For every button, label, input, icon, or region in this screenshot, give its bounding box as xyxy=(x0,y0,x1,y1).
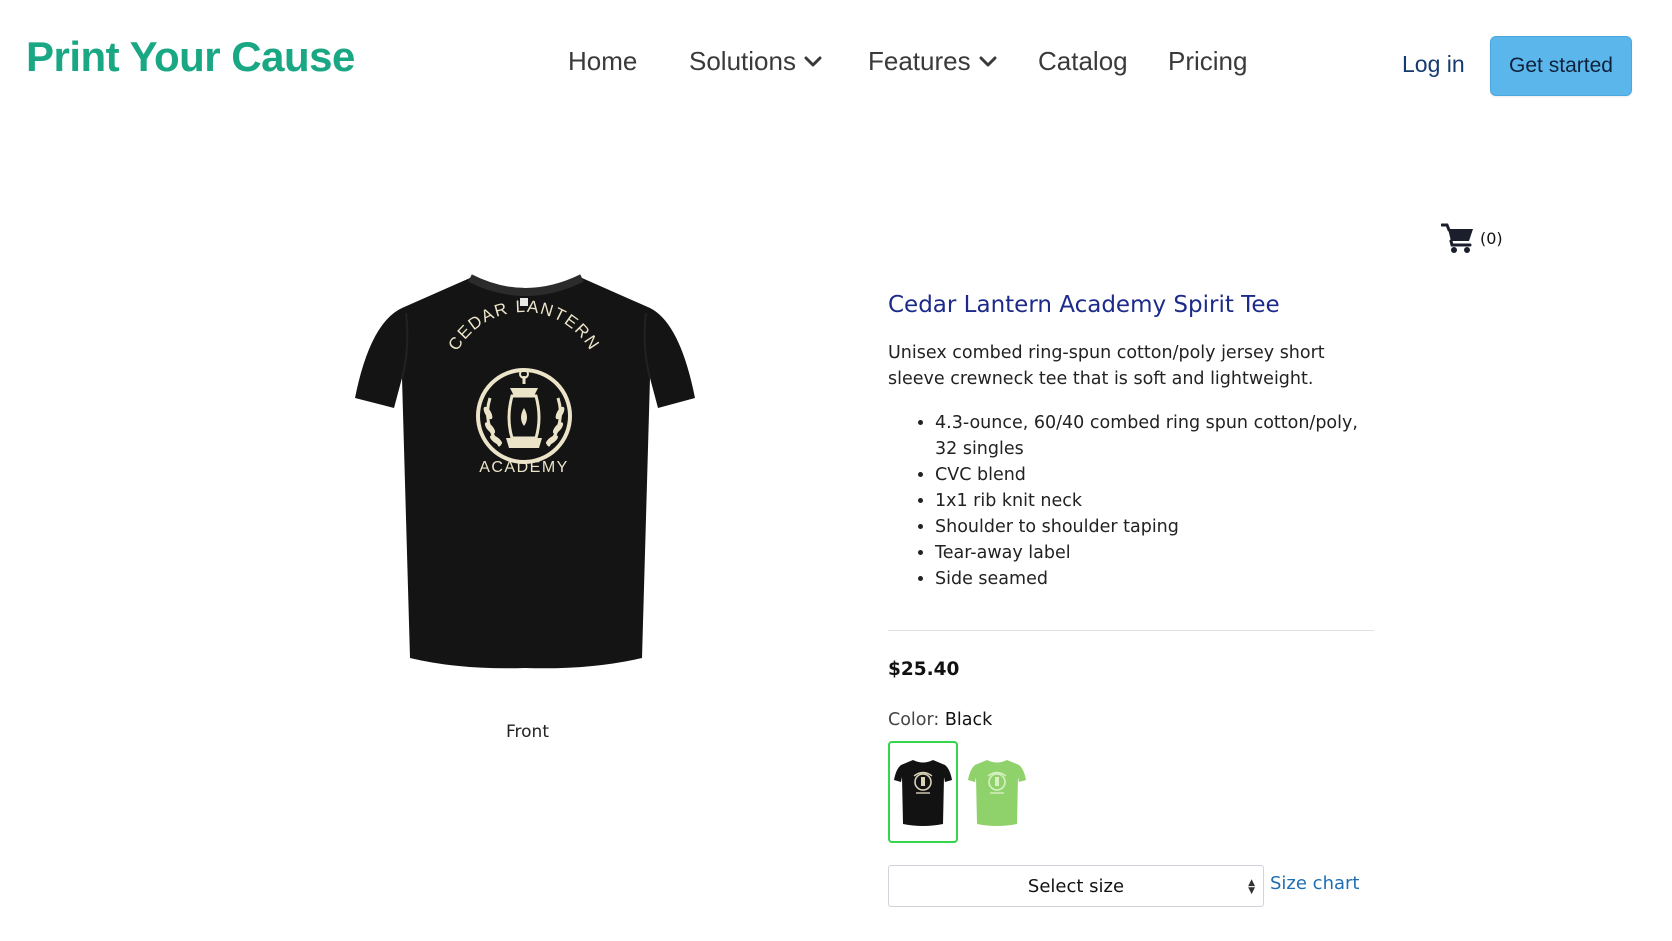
product-image-front: CEDAR LANTERN ACADEMY xyxy=(355,274,695,669)
shirt-print-bottom-text: ACADEMY xyxy=(479,459,569,476)
nav-features[interactable]: Features xyxy=(868,46,997,77)
get-started-button[interactable]: Get started xyxy=(1490,36,1632,96)
feature-item: 1x1 rib knit neck xyxy=(935,488,1375,514)
size-select[interactable]: Select size ▲ ▼ xyxy=(888,865,1264,907)
nav-pricing-label: Pricing xyxy=(1168,46,1248,76)
color-row: Color: Black xyxy=(888,710,992,730)
feature-item: Side seamed xyxy=(935,566,1375,592)
nav-catalog-label: Catalog xyxy=(1038,46,1128,76)
divider xyxy=(888,630,1374,631)
brand-logo[interactable]: Print Your Cause xyxy=(26,33,355,81)
product-title: Cedar Lantern Academy Spirit Tee xyxy=(888,292,1280,318)
feature-item: Shoulder to shoulder taping xyxy=(935,514,1375,540)
nav-home[interactable]: Home xyxy=(568,46,637,77)
select-arrows-icon: ▲ ▼ xyxy=(1248,878,1255,896)
chevron-down-icon xyxy=(804,56,822,66)
tshirt-thumbnail-black xyxy=(894,760,952,826)
nav-catalog[interactable]: Catalog xyxy=(1038,46,1128,77)
product-price: $25.40 xyxy=(888,659,960,680)
size-chart-link[interactable]: Size chart xyxy=(1270,873,1359,894)
cart-count: (0) xyxy=(1480,228,1503,248)
nav-features-label: Features xyxy=(868,46,971,76)
product-features: 4.3-ounce, 60/40 combed ring spun cotton… xyxy=(935,410,1375,592)
image-caption: Front xyxy=(506,722,549,742)
nav-solutions[interactable]: Solutions xyxy=(689,46,822,77)
color-swatch-black[interactable] xyxy=(888,741,958,843)
feature-item: 4.3-ounce, 60/40 combed ring spun cotton… xyxy=(935,410,1375,462)
nav-solutions-label: Solutions xyxy=(689,46,796,76)
color-value: Black xyxy=(944,710,993,730)
product-description: Unisex combed ring-spun cotton/poly jers… xyxy=(888,343,1325,389)
size-select-label: Select size xyxy=(1027,875,1125,897)
tshirt-thumbnail-green xyxy=(968,760,1026,826)
cart-button[interactable]: (0) xyxy=(1441,222,1503,254)
shopping-cart-icon xyxy=(1441,223,1473,253)
color-swatch-green[interactable] xyxy=(962,741,1032,843)
feature-item: Tear-away label xyxy=(935,540,1375,566)
nav-pricing[interactable]: Pricing xyxy=(1168,46,1247,77)
color-label: Color: xyxy=(888,710,940,730)
login-link[interactable]: Log in xyxy=(1402,51,1465,78)
nav-home-label: Home xyxy=(568,46,638,76)
chevron-down-icon xyxy=(979,56,997,66)
feature-item: CVC blend xyxy=(935,462,1375,488)
